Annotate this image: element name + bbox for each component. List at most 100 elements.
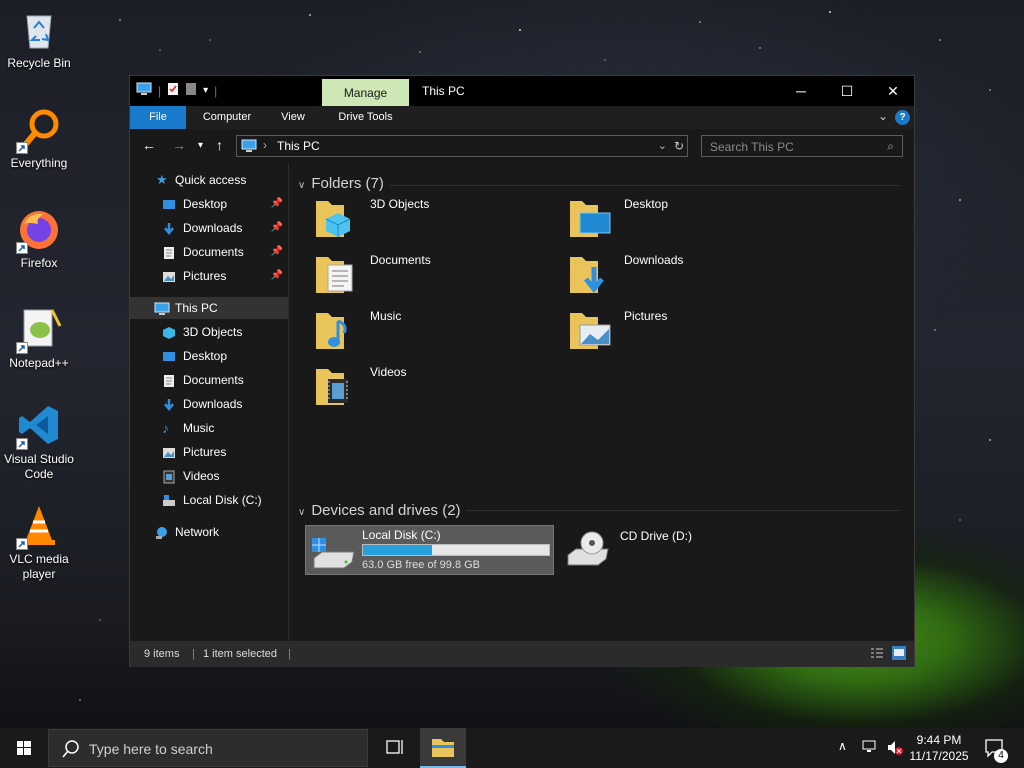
- back-arrow-icon[interactable]: ←: [142, 137, 156, 153]
- taskbar-file-explorer[interactable]: [420, 728, 466, 768]
- desktop-icon-vscode[interactable]: Visual Studio Code: [2, 402, 76, 482]
- address-bar[interactable]: › This PC ⌄: [236, 135, 688, 157]
- nav-local-disk[interactable]: Local Disk (C:): [130, 489, 288, 511]
- refresh-icon[interactable]: ↻: [670, 135, 688, 157]
- close-button[interactable]: ✕: [870, 76, 916, 106]
- start-button[interactable]: [0, 728, 48, 768]
- desktop-icon-notepad-plus-plus[interactable]: Notepad++: [2, 306, 76, 371]
- desktop-icon-label: Recycle Bin: [7, 56, 71, 70]
- taskbar-search-input[interactable]: Type here to search: [89, 741, 213, 757]
- folder-item[interactable]: Documents: [314, 251, 554, 301]
- breadcrumb[interactable]: This PC: [277, 139, 320, 153]
- nav-videos[interactable]: Videos: [130, 465, 288, 487]
- this-pc-icon: [241, 139, 257, 156]
- desktop-icon-label: Everything: [10, 156, 68, 170]
- folder-item[interactable]: 3D Objects: [314, 195, 554, 245]
- details-view-icon[interactable]: [870, 646, 884, 663]
- collapse-chevron-icon[interactable]: ∨: [298, 507, 305, 518]
- network-status-icon[interactable]: [862, 739, 880, 768]
- search-icon: [61, 739, 81, 762]
- desktop-icon-everything[interactable]: Everything: [2, 106, 76, 171]
- tab-file[interactable]: File: [130, 106, 186, 129]
- this-pc-icon: [154, 301, 170, 315]
- manage-tab[interactable]: Manage: [322, 79, 409, 106]
- firefox-icon: [16, 206, 62, 254]
- task-view-icon: [386, 740, 403, 754]
- nav-3d-objects[interactable]: 3D Objects: [130, 321, 288, 343]
- clock-date: 11/17/2025: [909, 749, 969, 763]
- nav-desktop[interactable]: Desktop: [130, 345, 288, 367]
- folder-item[interactable]: Downloads: [568, 251, 808, 301]
- drive-item-cd-drive[interactable]: CD Drive (D:): [564, 527, 804, 577]
- up-arrow-icon[interactable]: ↑: [216, 137, 223, 153]
- folder-item[interactable]: Videos: [314, 363, 554, 413]
- search-input[interactable]: Search This PC: [710, 140, 794, 154]
- properties-icon[interactable]: [167, 82, 179, 99]
- nav-quick-desktop[interactable]: Desktop 📌: [130, 193, 288, 215]
- recent-locations-chevron-icon[interactable]: ▾: [198, 140, 203, 151]
- pin-icon[interactable]: 📌: [271, 241, 283, 263]
- nav-quick-pictures[interactable]: Pictures 📌: [130, 265, 288, 287]
- address-dropdown-chevron-icon[interactable]: ⌄: [658, 139, 667, 152]
- taskbar: Type here to search ∧ 9:44 PM 11/17/2025…: [0, 728, 1024, 768]
- tab-drive-tools[interactable]: Drive Tools: [322, 106, 409, 129]
- nav-network[interactable]: Network: [130, 521, 288, 543]
- nav-pictures[interactable]: Pictures: [130, 441, 288, 463]
- recycle-bin-icon: [16, 6, 62, 52]
- drive-name: CD Drive (D:): [620, 529, 692, 543]
- folder-item[interactable]: Pictures: [568, 307, 808, 357]
- nav-label: Documents: [183, 373, 244, 387]
- desktop-icon-vlc[interactable]: VLC media player: [2, 502, 76, 582]
- collapse-chevron-icon[interactable]: ∨: [298, 180, 305, 191]
- pin-icon[interactable]: 📌: [271, 265, 283, 287]
- taskbar-search-box[interactable]: Type here to search: [48, 729, 368, 767]
- tab-view[interactable]: View: [268, 106, 318, 129]
- title-bar: | ▾ | Manage This PC ─ ☐ ✕: [130, 76, 914, 106]
- downloads-icon: [162, 397, 176, 412]
- task-view-button[interactable]: [374, 728, 414, 768]
- action-center-button[interactable]: 4: [982, 728, 1012, 768]
- nav-label: Music: [183, 421, 215, 435]
- volume-muted-icon[interactable]: [886, 739, 904, 768]
- nav-quick-downloads[interactable]: Downloads 📌: [130, 217, 288, 239]
- pin-icon[interactable]: 📌: [271, 217, 283, 239]
- nav-quick-documents[interactable]: Documents 📌: [130, 241, 288, 263]
- minimize-button[interactable]: ─: [778, 76, 824, 106]
- pin-icon[interactable]: 📌: [271, 193, 283, 215]
- file-explorer-icon: [432, 739, 454, 757]
- search-box[interactable]: Search This PC ⌕: [701, 135, 903, 157]
- status-divider: |: [192, 648, 195, 660]
- folder-item[interactable]: Music: [314, 307, 554, 357]
- nav-music[interactable]: ♪ Music: [130, 417, 288, 439]
- large-icons-view-icon[interactable]: [892, 646, 906, 663]
- folder-name: Documents: [370, 253, 431, 267]
- desktop-icon-firefox[interactable]: Firefox: [2, 206, 76, 271]
- folder-item[interactable]: Desktop: [568, 195, 808, 245]
- nav-downloads[interactable]: Downloads: [130, 393, 288, 415]
- search-icon[interactable]: ⌕: [887, 139, 894, 154]
- maximize-button[interactable]: ☐: [824, 76, 870, 106]
- expand-ribbon-chevron-icon[interactable]: ⌄: [878, 109, 888, 123]
- status-bar: 9 items | 1 item selected |: [130, 641, 914, 667]
- desktop-icon-label: Notepad++: [9, 356, 69, 370]
- 3d-objects-icon: [162, 325, 176, 339]
- forward-arrow-icon[interactable]: →: [172, 137, 186, 153]
- drive-item-local-disk[interactable]: Local Disk (C:) 63.0 GB free of 99.8 GB: [305, 525, 554, 575]
- network-icon: [154, 525, 168, 539]
- system-clock[interactable]: 9:44 PM 11/17/2025: [904, 732, 974, 764]
- devices-group-header[interactable]: ∨ Devices and drives (2): [298, 502, 461, 519]
- folders-group-header[interactable]: ∨ Folders (7): [298, 175, 384, 192]
- help-icon[interactable]: ?: [895, 110, 910, 125]
- nav-this-pc[interactable]: This PC: [130, 297, 288, 319]
- nav-documents[interactable]: Documents: [130, 369, 288, 391]
- nav-quick-access[interactable]: ★ Quick access: [130, 169, 288, 191]
- desktop-icon-recycle-bin[interactable]: Recycle Bin: [2, 6, 76, 71]
- show-hidden-icons-chevron-icon[interactable]: ∧: [838, 739, 847, 768]
- new-folder-icon[interactable]: [185, 82, 197, 99]
- pictures-folder-icon: [568, 307, 614, 353]
- documents-icon: [162, 373, 176, 387]
- customize-toolbar-icon[interactable]: ▾: [203, 85, 208, 96]
- tab-computer[interactable]: Computer: [192, 106, 262, 129]
- vlc-icon: [16, 502, 62, 550]
- desktop-folder-icon: [162, 197, 176, 211]
